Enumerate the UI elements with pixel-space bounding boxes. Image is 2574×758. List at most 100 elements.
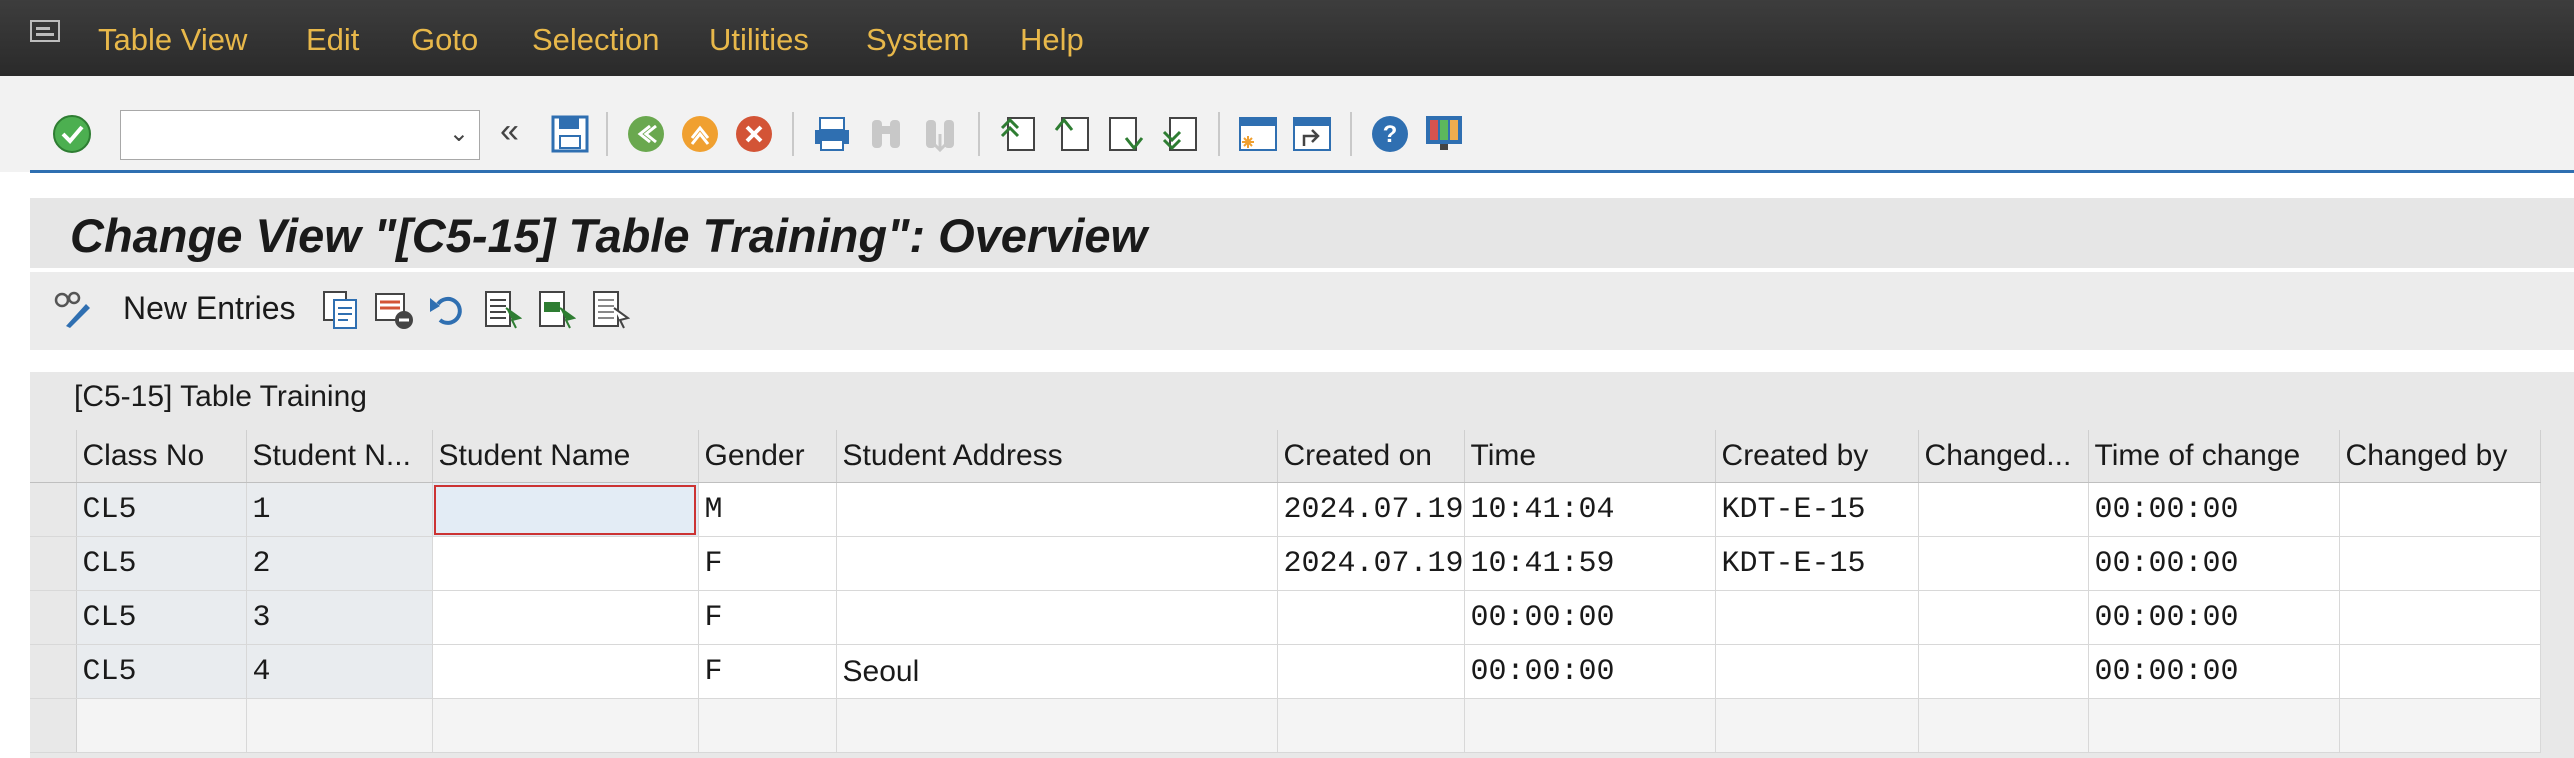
empty-cell — [836, 698, 1278, 753]
select-all-column-header[interactable] — [30, 430, 77, 483]
exit-icon[interactable] — [680, 114, 720, 154]
cell-changed-on — [1918, 644, 2089, 699]
cell-student-name-input[interactable] — [432, 482, 699, 537]
cell-changed-by — [2339, 644, 2541, 699]
cell-time-of-change: 00:00:00 — [2088, 644, 2340, 699]
table-row-empty — [30, 698, 2541, 753]
table-control: [C5-15] Table Training Class No Student … — [30, 372, 2574, 758]
column-header-student-no[interactable]: Student N... — [246, 430, 433, 483]
first-page-icon[interactable] — [998, 114, 1038, 154]
empty-cell — [1918, 698, 2089, 753]
column-header-student-address[interactable]: Student Address — [836, 430, 1278, 483]
delete-icon[interactable] — [374, 290, 414, 330]
cell-created-on — [1277, 644, 1465, 699]
cell-class-no: CL5 — [76, 536, 247, 591]
data-table: Class No Student N... Student Name Gende… — [30, 430, 2541, 753]
column-header-changed-by[interactable]: Changed by — [2339, 430, 2541, 483]
cancel-icon[interactable] — [734, 114, 774, 154]
cell-created-by — [1715, 590, 1919, 645]
column-header-time-of-change[interactable]: Time of change — [2088, 430, 2340, 483]
column-header-created-by[interactable]: Created by — [1715, 430, 1919, 483]
cell-created-by: KDT-E-15 — [1715, 482, 1919, 537]
select-all-icon[interactable] — [482, 290, 522, 330]
back-icon[interactable] — [626, 114, 666, 154]
empty-cell — [76, 698, 247, 753]
menu-table-view[interactable]: Table View — [98, 22, 247, 58]
shortcut-icon[interactable] — [1292, 114, 1332, 154]
collapse-command-icon[interactable]: « — [500, 112, 519, 151]
undo-change-icon[interactable] — [428, 290, 468, 330]
customize-layout-icon[interactable] — [1424, 114, 1464, 154]
row-selector[interactable] — [30, 482, 77, 537]
cell-gender-input[interactable]: F — [698, 644, 837, 699]
cell-address-input[interactable] — [836, 590, 1278, 645]
empty-cell — [246, 698, 433, 753]
cell-address-input[interactable] — [836, 536, 1278, 591]
cell-address-input[interactable] — [836, 482, 1278, 537]
toolbar-accent-line — [30, 170, 2574, 173]
cell-time: 10:41:59 — [1464, 536, 1716, 591]
command-field[interactable]: ⌄ — [120, 110, 480, 160]
menu-utilities[interactable]: Utilities — [709, 22, 809, 58]
cell-changed-by — [2339, 482, 2541, 537]
menu-goto[interactable]: Goto — [411, 22, 478, 58]
empty-cell — [698, 698, 837, 753]
cell-gender-input[interactable]: F — [698, 590, 837, 645]
table-header-row: Class No Student N... Student Name Gende… — [30, 430, 2541, 483]
cell-gender-input[interactable]: F — [698, 536, 837, 591]
cell-time-of-change: 00:00:00 — [2088, 590, 2340, 645]
column-header-time[interactable]: Time — [1464, 430, 1716, 483]
command-input[interactable] — [127, 111, 431, 159]
cell-student-name-input[interactable] — [432, 536, 699, 591]
application-toolbar: New Entries — [30, 272, 2574, 350]
row-selector[interactable] — [30, 590, 77, 645]
cell-student-name-input[interactable] — [432, 644, 699, 699]
menu-selection[interactable]: Selection — [532, 22, 660, 58]
empty-cell — [2088, 698, 2340, 753]
cell-student-no: 2 — [246, 536, 433, 591]
next-page-icon[interactable] — [1106, 114, 1146, 154]
cell-gender-input[interactable]: M — [698, 482, 837, 537]
chevron-down-icon[interactable]: ⌄ — [449, 119, 469, 148]
menu-help[interactable]: Help — [1020, 22, 1084, 58]
table-row: CL5 1 M 2024.07.19 10:41:04 KDT-E-15 00:… — [30, 482, 2541, 537]
row-selector[interactable] — [30, 698, 77, 753]
display-change-icon[interactable] — [52, 290, 92, 330]
empty-cell — [1464, 698, 1716, 753]
save-icon[interactable] — [550, 114, 590, 154]
new-entries-button[interactable]: New Entries — [123, 290, 296, 327]
cell-class-no: CL5 — [76, 590, 247, 645]
cell-student-name-input[interactable] — [432, 590, 699, 645]
cell-time: 10:41:04 — [1464, 482, 1716, 537]
copy-as-icon[interactable] — [320, 290, 360, 330]
cell-changed-on — [1918, 590, 2089, 645]
row-selector[interactable] — [30, 644, 77, 699]
cell-time: 00:00:00 — [1464, 590, 1716, 645]
column-header-changed-on[interactable]: Changed... — [1918, 430, 2089, 483]
cell-time-of-change: 00:00:00 — [2088, 536, 2340, 591]
enter-icon[interactable] — [52, 114, 92, 154]
column-header-class-no[interactable]: Class No — [76, 430, 247, 483]
cell-created-by: KDT-E-15 — [1715, 536, 1919, 591]
cell-student-no: 1 — [246, 482, 433, 537]
column-header-gender[interactable]: Gender — [698, 430, 837, 483]
cell-changed-on — [1918, 482, 2089, 537]
cell-changed-on — [1918, 536, 2089, 591]
cell-created-on: 2024.07.19 — [1277, 482, 1465, 537]
create-session-icon[interactable] — [1238, 114, 1278, 154]
select-block-icon[interactable] — [536, 290, 576, 330]
last-page-icon[interactable] — [1160, 114, 1200, 154]
previous-page-icon[interactable] — [1052, 114, 1092, 154]
cell-address-input[interactable]: Seoul — [836, 644, 1278, 699]
system-menu-icon[interactable] — [30, 20, 64, 46]
column-header-created-on[interactable]: Created on — [1277, 430, 1465, 483]
help-icon[interactable]: ? — [1370, 114, 1410, 154]
print-icon[interactable] — [812, 114, 852, 154]
column-header-student-name[interactable]: Student Name — [432, 430, 699, 483]
row-selector[interactable] — [30, 536, 77, 591]
menu-edit[interactable]: Edit — [306, 22, 359, 58]
menu-system[interactable]: System — [866, 22, 969, 58]
deselect-all-icon[interactable] — [590, 290, 630, 330]
table-row: CL5 3 F 00:00:00 00:00:00 — [30, 590, 2541, 645]
cell-time-of-change: 00:00:00 — [2088, 482, 2340, 537]
